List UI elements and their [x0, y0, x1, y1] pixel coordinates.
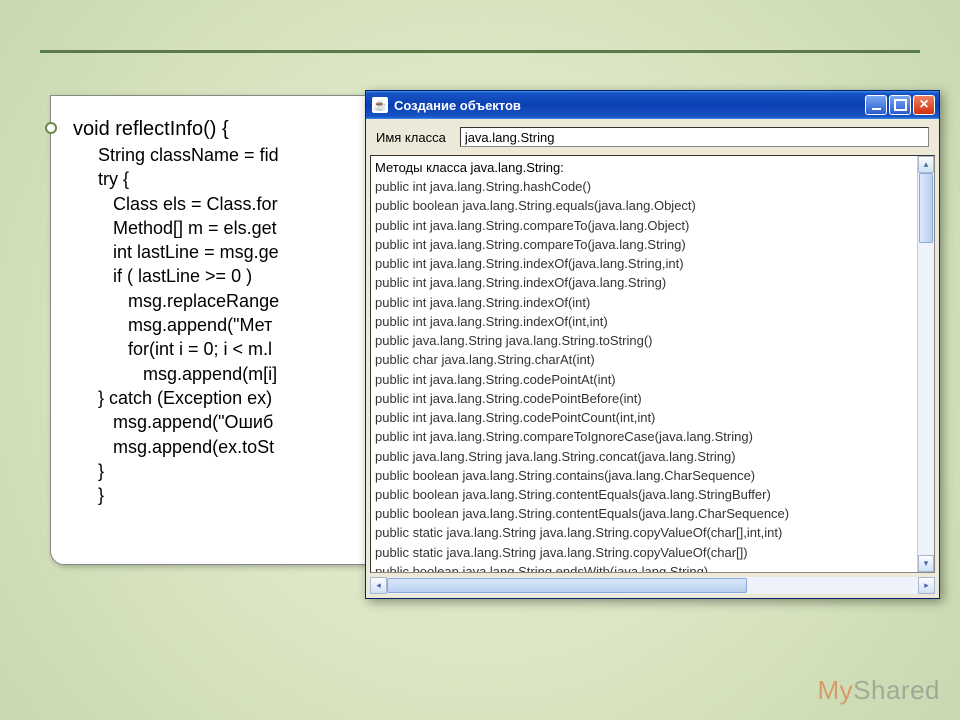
close-button[interactable]: [913, 95, 935, 115]
output-textarea[interactable]: Методы класса java.lang.String:public in…: [370, 155, 935, 573]
bullet-icon: [45, 122, 57, 134]
scroll-track[interactable]: [918, 173, 934, 555]
output-line: public char java.lang.String.charAt(int): [375, 350, 913, 369]
output-line: public int java.lang.String.compareTo(ja…: [375, 235, 913, 254]
minimize-button[interactable]: [865, 95, 887, 115]
output-line: public boolean java.lang.String.contains…: [375, 466, 913, 485]
output-line: public java.lang.String java.lang.String…: [375, 331, 913, 350]
output-line: public int java.lang.String.indexOf(java…: [375, 273, 913, 292]
output-line: public int java.lang.String.hashCode(): [375, 177, 913, 196]
output-line: public int java.lang.String.codePointBef…: [375, 389, 913, 408]
watermark-left: My: [817, 675, 853, 705]
output-line: public java.lang.String java.lang.String…: [375, 447, 913, 466]
scroll-left-icon[interactable]: ◂: [370, 577, 387, 594]
scroll-up-icon[interactable]: ▴: [918, 156, 934, 173]
output-line: public boolean java.lang.String.contentE…: [375, 485, 913, 504]
java-icon: ☕: [372, 97, 388, 113]
output-line: public boolean java.lang.String.endsWith…: [375, 562, 913, 572]
horizontal-scrollbar[interactable]: ◂ ▸: [370, 577, 935, 594]
maximize-button[interactable]: [889, 95, 911, 115]
form-row: Имя класса: [366, 119, 939, 155]
output-line: public int java.lang.String.codePointAt(…: [375, 370, 913, 389]
app-window: ☕ Создание объектов Имя класса Методы кл…: [365, 90, 940, 599]
output-line: public int java.lang.String.indexOf(int): [375, 293, 913, 312]
output-header: Методы класса java.lang.String:: [375, 158, 913, 177]
output-line: public boolean java.lang.String.equals(j…: [375, 196, 913, 215]
classname-input[interactable]: [460, 127, 929, 147]
output-line: public int java.lang.String.indexOf(java…: [375, 254, 913, 273]
watermark: MyShared: [817, 675, 940, 706]
output-line: public int java.lang.String.codePointCou…: [375, 408, 913, 427]
classname-label: Имя класса: [376, 130, 446, 145]
scroll-right-icon[interactable]: ▸: [918, 577, 935, 594]
vertical-scrollbar[interactable]: ▴ ▾: [917, 156, 934, 572]
scroll-down-icon[interactable]: ▾: [918, 555, 934, 572]
watermark-right: Shared: [853, 675, 940, 705]
output-line: public static java.lang.String java.lang…: [375, 543, 913, 562]
scroll-thumb[interactable]: [387, 578, 747, 593]
scroll-thumb[interactable]: [919, 173, 933, 243]
output-line: public boolean java.lang.String.contentE…: [375, 504, 913, 523]
output-line: public static java.lang.String java.lang…: [375, 523, 913, 542]
window-title: Создание объектов: [394, 98, 865, 113]
output-line: public int java.lang.String.indexOf(int,…: [375, 312, 913, 331]
slide-top-rule: [40, 50, 920, 60]
output-line: public int java.lang.String.compareTo(ja…: [375, 216, 913, 235]
scroll-track[interactable]: [387, 577, 918, 594]
output-line: public int java.lang.String.compareToIgn…: [375, 427, 913, 446]
titlebar[interactable]: ☕ Создание объектов: [366, 91, 939, 119]
